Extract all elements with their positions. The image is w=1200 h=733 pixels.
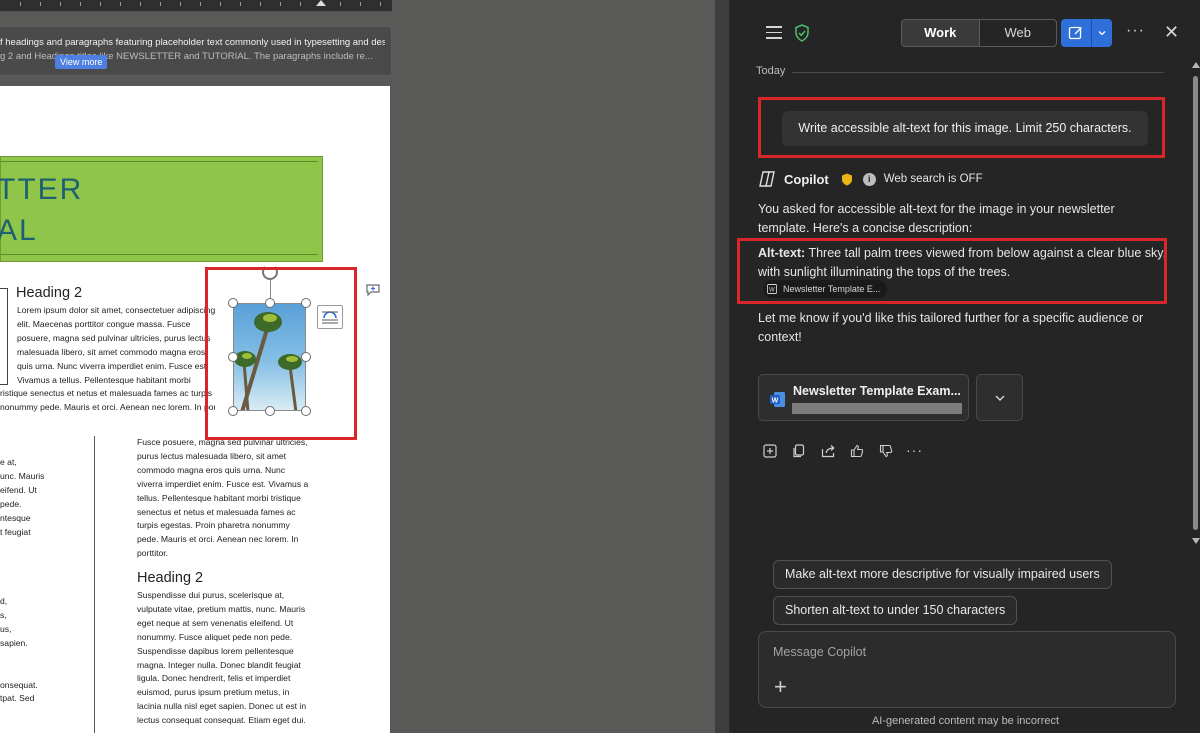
ai-disclaimer: AI-generated content may be incorrect (871, 715, 1060, 727)
file-card[interactable]: W Newsletter Template Exam... (758, 374, 969, 421)
banner-title-line-1: TTER (0, 173, 84, 206)
info-icon[interactable]: i (862, 172, 876, 186)
file-card-name: Newsletter Template Exam... (793, 384, 961, 398)
new-chat-button[interactable] (1061, 19, 1092, 47)
shield-check-icon[interactable] (794, 24, 810, 42)
copilot-pane: Work Web ··· ✕ Today Write accessible al… (729, 0, 1200, 733)
menu-icon[interactable] (766, 26, 782, 40)
thumbs-up-icon (850, 444, 863, 457)
ruler[interactable] (0, 0, 392, 12)
paragraph-b: Fusce posuere, magna sed pulvinar ultric… (137, 437, 309, 559)
copilot-name: Copilot (784, 171, 829, 187)
scroll-down-arrow-icon[interactable] (1192, 538, 1200, 544)
newsletter-banner[interactable]: TTER AL (0, 156, 323, 262)
image-highlight-box (205, 267, 357, 440)
share-icon (821, 444, 835, 457)
copilot-logo-icon (759, 171, 775, 187)
new-chat-button-group[interactable] (1061, 19, 1112, 47)
paragraph-left-column: e at, unc. Mauris eifend. Ut pede. ntesque… (0, 457, 45, 704)
copy-icon (792, 443, 804, 457)
copilot-response-header: Copilot i Web search is OFF (758, 170, 983, 188)
add-to-page-button[interactable] (762, 443, 777, 458)
scroll-up-arrow-icon[interactable] (1192, 62, 1200, 68)
chevron-down-icon (1098, 31, 1106, 36)
message-composer[interactable]: + (758, 631, 1176, 708)
paragraph-c: Suspendisse dui purus, scelerisque at, vu… (137, 590, 307, 726)
thumbs-up-button[interactable] (849, 443, 864, 458)
work-web-toggle[interactable]: Work Web (901, 19, 1057, 47)
heading-2-first: Heading 2 (16, 285, 83, 301)
more-options-icon[interactable]: ··· (1126, 22, 1145, 40)
shield-badge-icon (841, 173, 852, 185)
response-actions: ··· (762, 443, 936, 458)
ruler-indent-marker[interactable] (316, 0, 326, 6)
word-file-icon: W (770, 392, 785, 407)
suggestion-shorten[interactable]: Shorten alt-text to under 150 characters (773, 596, 1018, 625)
date-divider-label: Today (756, 65, 786, 77)
paragraph-a-continued: ristique senectus et netus et malesuada … (0, 388, 215, 412)
view-more-button[interactable]: View more (55, 55, 108, 69)
chat-scrollbar[interactable] (1191, 62, 1200, 546)
scrollbar-thumb[interactable] (1193, 76, 1198, 530)
add-square-icon (762, 443, 777, 458)
suggestion-more-descriptive[interactable]: Make alt-text more descriptive for visua… (773, 560, 1112, 589)
summary-line-1: f headings and paragraphs featuring plac… (0, 37, 385, 48)
thumbs-down-icon (879, 444, 892, 457)
more-actions-icon[interactable]: ··· (906, 443, 922, 458)
file-card-redacted-path (792, 403, 962, 414)
response-outro: Let me know if you'd like this tailored … (758, 311, 1144, 344)
user-message: Write accessible alt-text for this image… (782, 111, 1148, 146)
add-comment-icon[interactable] (366, 284, 380, 296)
message-input[interactable] (773, 642, 1153, 662)
document-summary-banner: f headings and paragraphs featuring plac… (0, 26, 392, 76)
alt-text-highlight-box (737, 238, 1167, 304)
mode-web-tab[interactable]: Web (980, 20, 1057, 46)
close-icon[interactable]: ✕ (1164, 22, 1179, 42)
mode-work-tab[interactable]: Work (902, 20, 980, 46)
add-attachment-icon[interactable]: + (774, 676, 787, 698)
svg-text:W: W (772, 397, 779, 404)
web-search-status: Web search is OFF (883, 173, 983, 185)
new-chat-dropdown[interactable] (1092, 19, 1112, 47)
response-intro: You asked for accessible alt-text for th… (758, 202, 1115, 235)
expand-sources-button[interactable] (976, 374, 1023, 421)
thumbs-down-button[interactable] (878, 443, 893, 458)
compose-icon (1068, 26, 1082, 40)
column-divider (94, 436, 95, 733)
date-divider-line (792, 72, 1164, 73)
share-button[interactable] (820, 443, 835, 458)
sidebar-text-box[interactable] (0, 288, 8, 385)
heading-2-second: Heading 2 (137, 570, 204, 586)
chevron-down-icon (995, 395, 1004, 401)
word-document-area: f headings and paragraphs featuring plac… (0, 0, 715, 733)
paragraph-a: Lorem ipsum dolor sit amet, consectetuer… (17, 305, 216, 385)
copy-button[interactable] (791, 443, 806, 458)
banner-title-line-2: AL (0, 214, 38, 247)
